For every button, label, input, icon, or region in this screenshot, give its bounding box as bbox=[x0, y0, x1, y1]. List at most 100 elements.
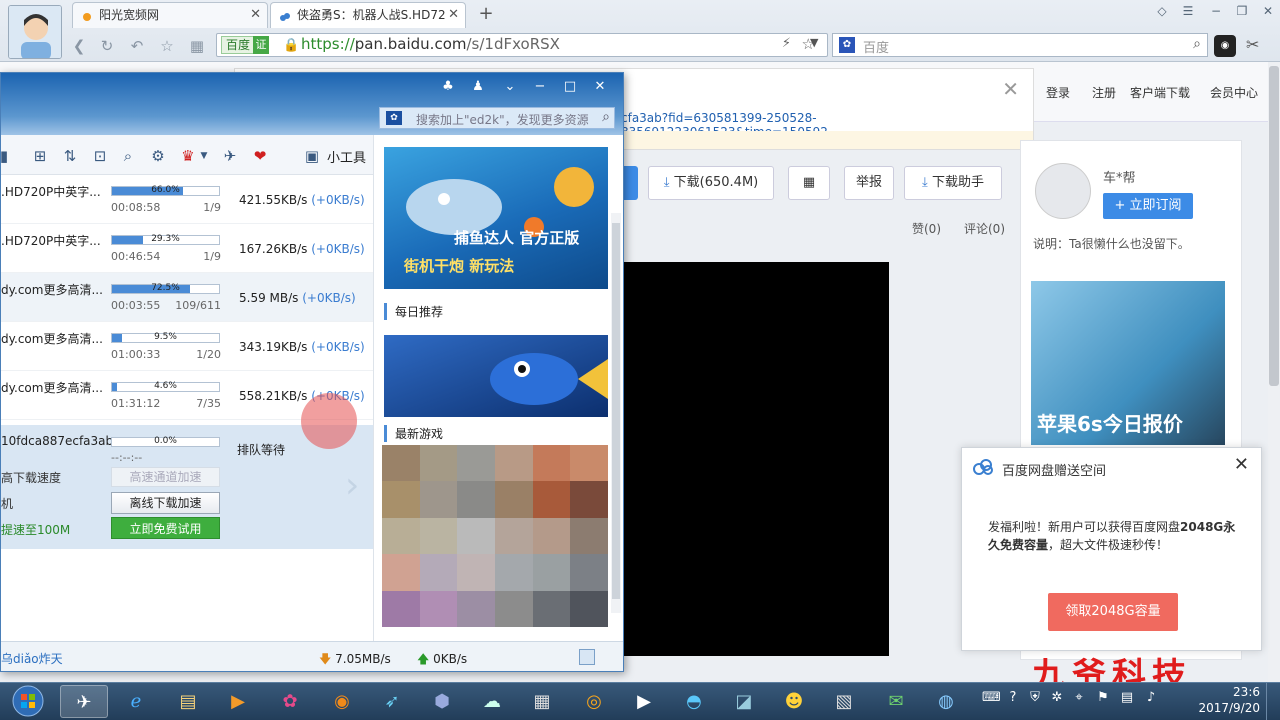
blurred-game-thumbnail[interactable] bbox=[382, 445, 608, 627]
download-row[interactable]: dy.com更多高清... 72.5% 00:03:55 109/611 5.59 MB… bbox=[1, 273, 373, 322]
nox-icon[interactable]: ⬢ bbox=[418, 685, 466, 718]
tray-network-icon[interactable]: ▤ bbox=[1118, 690, 1136, 708]
gear-icon[interactable]: ⚙ bbox=[149, 147, 167, 165]
volume-icon[interactable]: ♪ bbox=[1142, 690, 1160, 708]
report-button[interactable]: 举报 bbox=[844, 166, 894, 200]
tray-mouse-icon[interactable]: ⌖ bbox=[1070, 690, 1088, 708]
download-row[interactable]: .HD720P中英字... 66.0% 00:08:58 1/9 421.55KB/s … bbox=[1, 175, 373, 224]
video-preview[interactable] bbox=[622, 262, 889, 656]
search-icon[interactable]: ⌕ bbox=[1193, 36, 1201, 52]
tray-flag-icon[interactable]: ⚑ bbox=[1094, 690, 1112, 708]
free-trial-button[interactable]: 立即免费试用 bbox=[111, 517, 220, 539]
user-icon[interactable]: ♟ bbox=[467, 79, 489, 95]
list-icon[interactable]: ▮ bbox=[1, 147, 13, 165]
browser-icon[interactable]: ◉ bbox=[318, 685, 366, 718]
restore-icon[interactable]: ❐ bbox=[1230, 2, 1254, 20]
login-link[interactable]: 登录 bbox=[1046, 84, 1070, 101]
subscribe-button[interactable]: + 立即订阅 bbox=[1103, 193, 1193, 219]
keyboard-icon[interactable]: ⌨ bbox=[982, 690, 1001, 708]
tray-shield-icon[interactable]: ⛨ bbox=[1026, 690, 1044, 708]
toolbox-icon[interactable]: ▣ bbox=[303, 147, 321, 165]
phone-ad[interactable]: 苹果6s今日报价 bbox=[1031, 281, 1225, 445]
chevron-down-icon[interactable]: ▼ bbox=[195, 147, 213, 165]
address-bar[interactable]: 百度 证 🔒 https://pan.baidu.com/s/1dFxoRSX … bbox=[216, 33, 828, 57]
download-row[interactable]: .HD720P中英字... 29.3% 00:46:54 1/9 167.26KB/s … bbox=[1, 224, 373, 273]
start-button[interactable] bbox=[2, 683, 54, 719]
chevron-right-icon[interactable]: › bbox=[345, 465, 359, 506]
skin-icon[interactable]: ♣ bbox=[437, 79, 459, 95]
player-icon[interactable]: ▶ bbox=[620, 685, 668, 718]
search-icon[interactable]: ⌕ bbox=[119, 147, 137, 165]
minimize-icon[interactable]: − bbox=[529, 79, 551, 95]
tab-close-icon[interactable]: ✕ bbox=[448, 3, 459, 27]
helper-button[interactable]: ⤓ 下载助手 bbox=[904, 166, 1002, 200]
tray-settings-icon[interactable]: ✲ bbox=[1048, 690, 1066, 708]
baidu-cloud-icon[interactable]: ☁ bbox=[468, 685, 516, 718]
feather-icon[interactable]: ➶ bbox=[368, 685, 416, 718]
menu-icon[interactable]: ☰ bbox=[1176, 2, 1200, 20]
heart-icon[interactable]: ❤ bbox=[251, 147, 269, 165]
undo-icon[interactable]: ↶ bbox=[126, 36, 148, 56]
client-download-link[interactable]: 客户端下载 bbox=[1130, 84, 1190, 101]
status-ad-link[interactable]: 乌diǎo炸天 bbox=[1, 650, 63, 667]
new-tab-button[interactable]: + bbox=[470, 3, 502, 27]
tab-yangguang[interactable]: 阳光宽频网 ✕ bbox=[72, 2, 268, 28]
offline-accelerate-button[interactable]: 离线下载加速 bbox=[111, 492, 220, 514]
tools-label[interactable]: 小工具 bbox=[327, 147, 366, 166]
panel-scrollbar-thumb[interactable] bbox=[612, 223, 620, 599]
save-button-edge[interactable] bbox=[622, 166, 638, 200]
wechat-icon[interactable]: ✉ bbox=[872, 685, 920, 718]
minimize-icon[interactable]: − bbox=[1204, 2, 1228, 20]
comment-count[interactable]: 评论(0) bbox=[964, 220, 1005, 237]
fast-channel-button[interactable]: 高速通道加速 bbox=[111, 467, 220, 487]
thunder-taskbar-icon[interactable]: ✈ bbox=[60, 685, 108, 718]
qrcode-button[interactable]: ▦ bbox=[788, 166, 830, 200]
sharer-name[interactable]: 车*帮 bbox=[1103, 167, 1136, 186]
video-editor-icon[interactable]: ▧ bbox=[820, 685, 868, 718]
notice-close-icon[interactable]: ✕ bbox=[1002, 77, 1019, 101]
info-icon[interactable]: ⊡ bbox=[91, 147, 109, 165]
skin-icon[interactable]: ◇ bbox=[1150, 2, 1174, 20]
user-avatar[interactable] bbox=[8, 5, 62, 59]
sort-icon[interactable]: ⇅ bbox=[61, 147, 79, 165]
close-icon[interactable]: ✕ bbox=[1256, 2, 1280, 20]
media-player-icon[interactable]: ▶ bbox=[214, 685, 262, 718]
search-icon[interactable]: ⌕ bbox=[602, 109, 610, 125]
grid-icon[interactable]: ⊞ bbox=[31, 147, 49, 165]
page-scrollbar-thumb[interactable] bbox=[1269, 66, 1279, 386]
folder-icon[interactable]: ▤ bbox=[164, 685, 212, 718]
star-icon[interactable]: ☆ bbox=[156, 36, 178, 56]
qq-icon[interactable]: ☻ bbox=[770, 685, 818, 718]
tab-baidu-share[interactable]: 侠盗勇S：机器人战S.HD72 ✕ bbox=[270, 2, 466, 28]
popup-close-icon[interactable]: ✕ bbox=[1234, 454, 1249, 475]
notes-icon[interactable]: ◪ bbox=[720, 685, 768, 718]
register-link[interactable]: 注册 bbox=[1092, 84, 1116, 101]
vip-center-link[interactable]: 会员中心 bbox=[1210, 84, 1258, 101]
panel-toggle-icon[interactable] bbox=[579, 649, 595, 665]
network-app-icon[interactable]: ◍ bbox=[922, 685, 970, 718]
fish-game-ad[interactable] bbox=[384, 335, 608, 417]
calculator-icon[interactable]: ▦ bbox=[518, 685, 566, 718]
refresh-icon[interactable]: ↻ bbox=[96, 36, 118, 56]
tools-icon[interactable]: ✂ bbox=[1246, 35, 1259, 54]
thunder-search-input[interactable]: ✿ 搜索加上"ed2k"，发现更多资源 ⌕ bbox=[379, 107, 615, 129]
apps-icon[interactable]: ▦ bbox=[186, 36, 208, 56]
help-icon[interactable]: ? bbox=[1004, 690, 1022, 708]
qq-browser-icon[interactable]: ◓ bbox=[670, 685, 718, 718]
system-clock[interactable]: 23:6 2017/9/20 bbox=[1190, 684, 1260, 716]
plane-icon[interactable]: ✈ bbox=[221, 147, 239, 165]
photos-icon[interactable]: ✿ bbox=[266, 685, 314, 718]
url-text[interactable]: https://pan.baidu.com/s/1dFxoRSX bbox=[301, 35, 560, 53]
game-icon[interactable]: ◎ bbox=[570, 685, 618, 718]
maximize-icon[interactable]: □ bbox=[559, 79, 581, 95]
ie-icon[interactable]: ℯ bbox=[112, 685, 160, 718]
back-icon[interactable]: ❮ bbox=[68, 36, 90, 56]
close-icon[interactable]: ✕ bbox=[589, 79, 611, 95]
show-desktop-button[interactable] bbox=[1266, 683, 1280, 720]
tab-close-icon[interactable]: ✕ bbox=[250, 3, 261, 27]
fishing-game-ad[interactable]: 捕鱼达人 官方正版 街机干炮 新玩法 bbox=[384, 147, 608, 289]
dropdown-icon[interactable]: ▼ bbox=[810, 36, 818, 49]
search-box[interactable]: ✿ 百度 ⌕ bbox=[832, 33, 1208, 57]
sharer-avatar[interactable] bbox=[1035, 163, 1091, 219]
like-count[interactable]: 赞(0) bbox=[912, 220, 941, 237]
